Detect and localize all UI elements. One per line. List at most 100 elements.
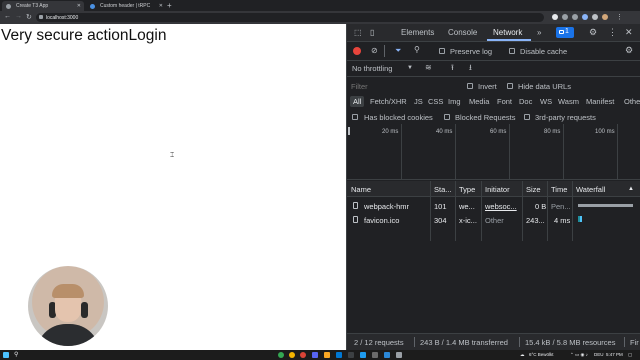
profile-avatar[interactable] [602, 14, 608, 20]
filter-doc[interactable]: Doc [519, 97, 532, 106]
taskbar-folder-icon[interactable] [324, 352, 330, 358]
filter-js[interactable]: JS [414, 97, 423, 106]
request-initiator-link[interactable]: websoc... [485, 202, 517, 211]
request-type: x-ic... [459, 216, 477, 225]
network-settings-gear-icon[interactable]: ⚙ [625, 46, 633, 55]
extension-icon[interactable] [582, 14, 588, 20]
table-row[interactable]: favicon.ico 304 x-ic... Other 243... 4 m… [347, 213, 640, 227]
record-button[interactable] [353, 47, 361, 55]
extension-icon[interactable] [562, 14, 568, 20]
filter-media[interactable]: Media [469, 97, 489, 106]
blocked-requests-label: Blocked Requests [455, 113, 516, 122]
filter-css[interactable]: CSS [428, 97, 443, 106]
blocked-requests-checkbox[interactable] [444, 114, 450, 120]
issues-badge[interactable]: 1 [556, 27, 574, 38]
column-header-size[interactable]: Size [526, 185, 541, 194]
close-tab-icon[interactable]: ✕ [159, 3, 163, 9]
browser-tab-custom-header[interactable]: Custom header | tRPC ✕ [86, 1, 166, 11]
timeline-start-marker [348, 127, 350, 135]
filter-other[interactable]: Other [624, 97, 640, 106]
windows-start-icon[interactable] [3, 352, 9, 358]
third-party-requests-checkbox[interactable] [524, 114, 530, 120]
timeline-gridline [401, 124, 402, 180]
request-type: we... [459, 202, 475, 211]
hide-data-urls-checkbox[interactable] [507, 83, 513, 89]
column-header-time[interactable]: Time [551, 185, 567, 194]
tab-console[interactable]: Console [448, 28, 477, 37]
extension-icon[interactable] [592, 14, 598, 20]
tab-elements[interactable]: Elements [401, 28, 434, 37]
export-har-icon[interactable]: ⭳ [469, 64, 472, 72]
network-conditions-icon[interactable]: ≋ [425, 64, 432, 72]
search-icon[interactable]: ⚲ [414, 46, 420, 54]
extension-icon[interactable] [552, 14, 558, 20]
throttling-select[interactable]: No throttling [352, 64, 392, 73]
new-tab-button[interactable]: + [167, 1, 172, 10]
weather-text[interactable]: 6°C Bewölkt [529, 352, 554, 357]
filter-wasm[interactable]: Wasm [558, 97, 579, 106]
mouse-cursor-icon: ⌶ [170, 152, 175, 159]
taskbar-app-icon[interactable] [372, 352, 378, 358]
taskbar-vscode-icon[interactable] [360, 352, 366, 358]
filter-input[interactable] [351, 81, 461, 92]
site-info-icon[interactable] [39, 15, 43, 19]
third-party-requests-label: 3rd-party requests [535, 113, 596, 122]
taskbar-app-icon[interactable] [312, 352, 318, 358]
extension-icon[interactable] [572, 14, 578, 20]
taskbar-chrome-icon[interactable] [300, 352, 306, 358]
notifications-icon[interactable]: ▢ [628, 352, 632, 358]
filter-fetch-xhr[interactable]: Fetch/XHR [370, 97, 407, 106]
webcam-shirt [36, 324, 100, 346]
more-options-icon[interactable]: ⋮ [608, 28, 617, 37]
filter-all[interactable]: All [350, 96, 365, 107]
has-blocked-cookies-checkbox[interactable] [352, 114, 358, 120]
chevron-down-icon[interactable]: ▼ [407, 65, 413, 71]
close-tab-icon[interactable]: ✕ [77, 3, 81, 9]
inspect-element-icon[interactable]: ⬚ [354, 29, 362, 37]
preserve-log-checkbox[interactable] [439, 48, 445, 54]
taskbar-app-icon[interactable] [278, 352, 284, 358]
settings-gear-icon[interactable]: ⚙ [589, 28, 597, 37]
filter-img[interactable]: Img [448, 97, 461, 106]
clock[interactable]: 5:47 PM [606, 352, 623, 357]
invert-checkbox[interactable] [467, 83, 473, 89]
network-toolbar: ⊘ ⏷ ⚲ Preserve log Disable cache ⚙ [347, 42, 640, 61]
tab-network[interactable]: Network [493, 28, 522, 37]
sort-ascending-icon[interactable]: ▲ [628, 186, 634, 192]
column-header-name[interactable]: Name [351, 185, 371, 194]
import-har-icon[interactable]: ⭱ [451, 64, 454, 72]
disable-cache-checkbox[interactable] [509, 48, 515, 54]
reload-icon[interactable]: ↻ [26, 13, 32, 21]
tray-icons[interactable]: ⌃ ▭ ◉ ♪ [570, 352, 588, 358]
invert-label: Invert [478, 82, 497, 91]
column-header-type[interactable]: Type [459, 185, 475, 194]
more-menu-icon[interactable]: ⋮ [616, 13, 623, 21]
filter-funnel-icon[interactable]: ⏷ [395, 47, 401, 55]
back-arrow-icon[interactable]: ← [4, 13, 11, 20]
column-header-initiator[interactable]: Initiator [485, 185, 510, 194]
more-tabs-button[interactable]: » [537, 28, 541, 37]
status-divider [519, 337, 520, 347]
clear-icon[interactable]: ⊘ [371, 47, 378, 55]
taskbar-app-icon[interactable] [289, 352, 295, 358]
taskbar-app-icon[interactable] [396, 352, 402, 358]
os-taskbar: ⚲ ☁ 6°C Bewölkt ⌃ ▭ ◉ ♪ DEU 5:47 PM ▢ [0, 350, 640, 360]
taskbar-app-icon[interactable] [384, 352, 390, 358]
device-toolbar-icon[interactable]: ▯ [370, 29, 374, 37]
filter-ws[interactable]: WS [540, 97, 552, 106]
weather-icon[interactable]: ☁ [520, 352, 525, 358]
preserve-log-label: Preserve log [450, 47, 493, 56]
taskbar-search-icon[interactable]: ⚲ [14, 351, 18, 358]
taskbar-app-icon[interactable] [348, 352, 354, 358]
filter-manifest[interactable]: Manifest [586, 97, 614, 106]
column-header-status[interactable]: Sta... [434, 185, 452, 194]
filter-font[interactable]: Font [497, 97, 512, 106]
network-overview-timeline[interactable]: 20 ms 40 ms 60 ms 80 ms 100 ms [347, 124, 640, 180]
taskbar-app-icon[interactable] [336, 352, 342, 358]
browser-tab-create-t3-app[interactable]: Create T3 App ✕ [2, 1, 84, 11]
language-indicator[interactable]: DEU [594, 352, 604, 357]
address-bar[interactable]: localhost:3000 [36, 13, 544, 22]
forward-arrow-icon[interactable]: → [15, 13, 22, 20]
column-header-waterfall[interactable]: Waterfall [576, 185, 605, 194]
close-devtools-icon[interactable]: ✕ [625, 28, 633, 37]
